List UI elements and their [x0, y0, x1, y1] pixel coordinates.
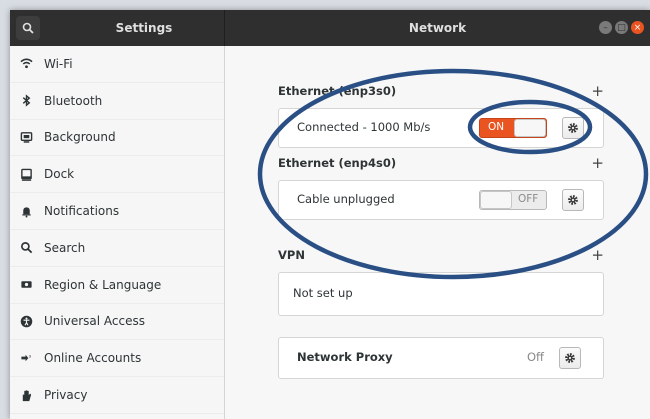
- ethernet-enp4s0-status: Cable unplugged: [297, 192, 395, 206]
- gear-icon: [565, 353, 575, 363]
- sidebar-item-label: Background: [44, 130, 116, 145]
- sidebar-item-label: Search: [44, 240, 86, 255]
- region-icon: [18, 277, 34, 293]
- ethernet-enp4s0-row: Cable unplugged OFF: [278, 180, 604, 220]
- sidebar-item-label: Wi-Fi: [44, 56, 73, 71]
- settings-window: Settings Network – □ × Wi-Fi Bluetooth B…: [10, 10, 650, 419]
- sidebar-item-online-accounts[interactable]: s Online Accounts: [10, 340, 224, 378]
- sidebar-item-label: Universal Access: [44, 314, 145, 329]
- sidebar-item-label: Bluetooth: [44, 93, 103, 108]
- gear-icon: [568, 195, 578, 205]
- header-bar: Settings Network – □ ×: [10, 10, 650, 46]
- hand-icon: [18, 387, 34, 403]
- add-ethernet-enp4s0-button[interactable]: +: [591, 156, 604, 171]
- sidebar-item-background[interactable]: Background: [10, 120, 224, 157]
- minimize-icon: –: [603, 22, 608, 33]
- ethernet-enp4s0-settings-button[interactable]: [562, 189, 584, 211]
- sidebar-item-notifications[interactable]: Notifications: [10, 193, 224, 230]
- sidebar-item-label: Privacy: [44, 388, 88, 403]
- sidebar-item-label: Region & Language: [44, 277, 162, 292]
- vpn-row: Not set up: [278, 272, 604, 316]
- vpn-status: Not set up: [293, 286, 353, 300]
- sidebar-item-search[interactable]: Search: [10, 230, 224, 267]
- accessibility-icon: [18, 313, 34, 329]
- search-icon: [22, 22, 34, 34]
- sidebar-item-region-language[interactable]: Region & Language: [10, 267, 224, 304]
- minimize-button[interactable]: –: [599, 21, 612, 34]
- network-proxy-settings-button[interactable]: [559, 347, 581, 369]
- sidebar-title: Settings: [115, 21, 173, 35]
- sidebar-item-dock[interactable]: Dock: [10, 156, 224, 194]
- network-proxy-label: Network Proxy: [297, 350, 393, 364]
- toggle-knob: [480, 191, 512, 209]
- maximize-button[interactable]: □: [615, 21, 628, 34]
- window-controls: – □ ×: [599, 21, 644, 34]
- wifi-icon: [18, 56, 34, 72]
- ethernet-enp3s0-settings-button[interactable]: [562, 117, 584, 139]
- gear-icon: [568, 123, 578, 133]
- toggle-state-label: OFF: [518, 193, 539, 205]
- add-ethernet-enp3s0-button[interactable]: +: [591, 84, 604, 99]
- sidebar: Wi-Fi Bluetooth Background Dock Notifica…: [10, 46, 225, 419]
- svg-text:s: s: [28, 354, 31, 359]
- network-proxy-value: Off: [527, 350, 544, 364]
- search-icon: [18, 240, 34, 256]
- toggle-knob: [514, 119, 546, 137]
- ethernet-enp3s0-toggle[interactable]: ON: [479, 118, 547, 138]
- page-title: Network: [408, 21, 467, 35]
- sidebar-item-universal-access[interactable]: Universal Access: [10, 304, 224, 341]
- sidebar-item-label: Online Accounts: [44, 351, 142, 366]
- online-accounts-icon: s: [18, 350, 34, 366]
- sidebar-item-bluetooth[interactable]: Bluetooth: [10, 83, 224, 120]
- sidebar-item-label: Dock: [44, 167, 75, 182]
- network-proxy-row[interactable]: Network Proxy Off: [278, 337, 604, 379]
- dock-icon: [18, 166, 34, 182]
- sidebar-item-privacy[interactable]: Privacy: [10, 377, 224, 414]
- bluetooth-icon: [18, 93, 34, 109]
- background-icon: [18, 129, 34, 145]
- sidebar-item-label: Notifications: [44, 204, 120, 219]
- add-vpn-button[interactable]: +: [591, 248, 604, 263]
- toggle-state-label: ON: [488, 121, 505, 133]
- sidebar-item-wifi[interactable]: Wi-Fi: [10, 46, 224, 83]
- ethernet-enp3s0-title: Ethernet (enp3s0): [278, 84, 397, 98]
- ethernet-enp3s0-status: Connected - 1000 Mb/s: [297, 120, 431, 134]
- search-button[interactable]: [16, 16, 40, 40]
- bell-icon: [18, 203, 34, 219]
- maximize-icon: □: [617, 22, 626, 33]
- close-button[interactable]: ×: [631, 21, 644, 34]
- network-panel: Ethernet (enp3s0) + Connected - 1000 Mb/…: [225, 46, 650, 419]
- vpn-title: VPN: [278, 248, 305, 262]
- ethernet-enp4s0-toggle[interactable]: OFF: [479, 190, 547, 210]
- ethernet-enp3s0-row: Connected - 1000 Mb/s ON: [278, 108, 604, 148]
- ethernet-enp4s0-title: Ethernet (enp4s0): [278, 156, 397, 170]
- close-icon: ×: [633, 22, 642, 33]
